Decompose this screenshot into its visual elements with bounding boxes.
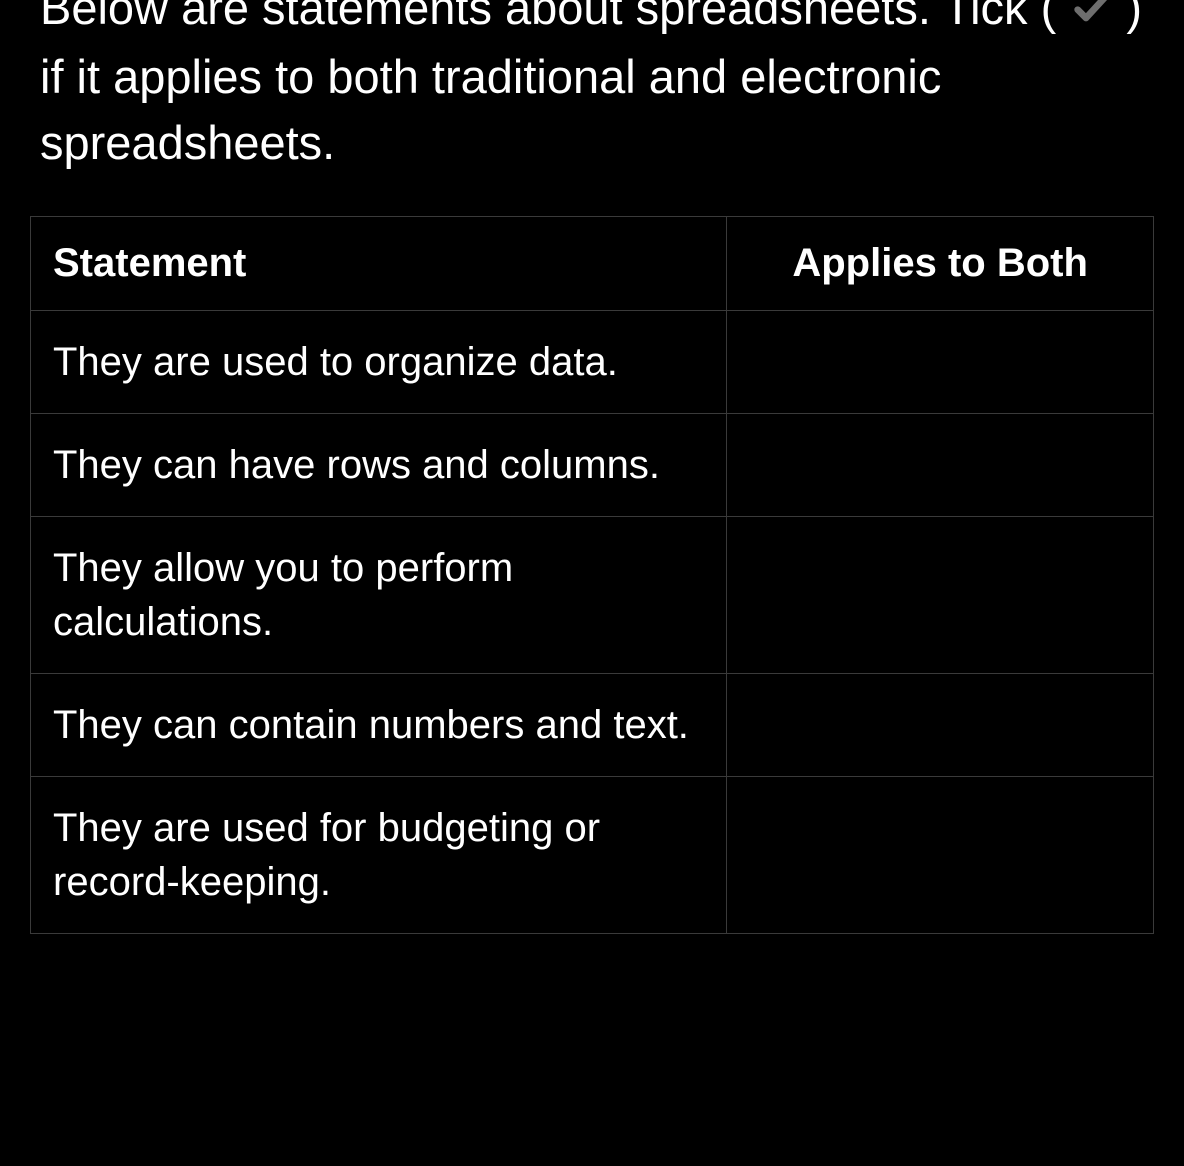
table-header-row: Statement Applies to Both	[31, 217, 1154, 311]
statements-table: Statement Applies to Both They are used …	[30, 216, 1154, 934]
statement-cell: They can have rows and columns.	[31, 414, 727, 517]
applies-cell[interactable]	[727, 311, 1154, 414]
applies-cell[interactable]	[727, 414, 1154, 517]
table-row: They allow you to perform calculations.	[31, 517, 1154, 674]
applies-cell[interactable]	[727, 517, 1154, 674]
applies-cell[interactable]	[727, 777, 1154, 934]
table-row: They are used for budgeting or record-ke…	[31, 777, 1154, 934]
statement-cell: They are used to organize data.	[31, 311, 727, 414]
applies-cell[interactable]	[727, 674, 1154, 777]
header-applies: Applies to Both	[727, 217, 1154, 311]
statement-cell: They are used for budgeting or record-ke…	[31, 777, 727, 934]
check-icon	[1071, 0, 1111, 44]
table-row: They can contain numbers and text.	[31, 674, 1154, 777]
header-statement: Statement	[31, 217, 727, 311]
statement-cell: They can contain numbers and text.	[31, 674, 727, 777]
statement-cell: They allow you to perform calculations.	[31, 517, 727, 674]
table-row: They can have rows and columns.	[31, 414, 1154, 517]
instruction-text: Below are statements about spreadsheets.…	[30, 0, 1154, 176]
instruction-text-before: Below are statements about spreadsheets.…	[40, 0, 1056, 34]
table-row: They are used to organize data.	[31, 311, 1154, 414]
